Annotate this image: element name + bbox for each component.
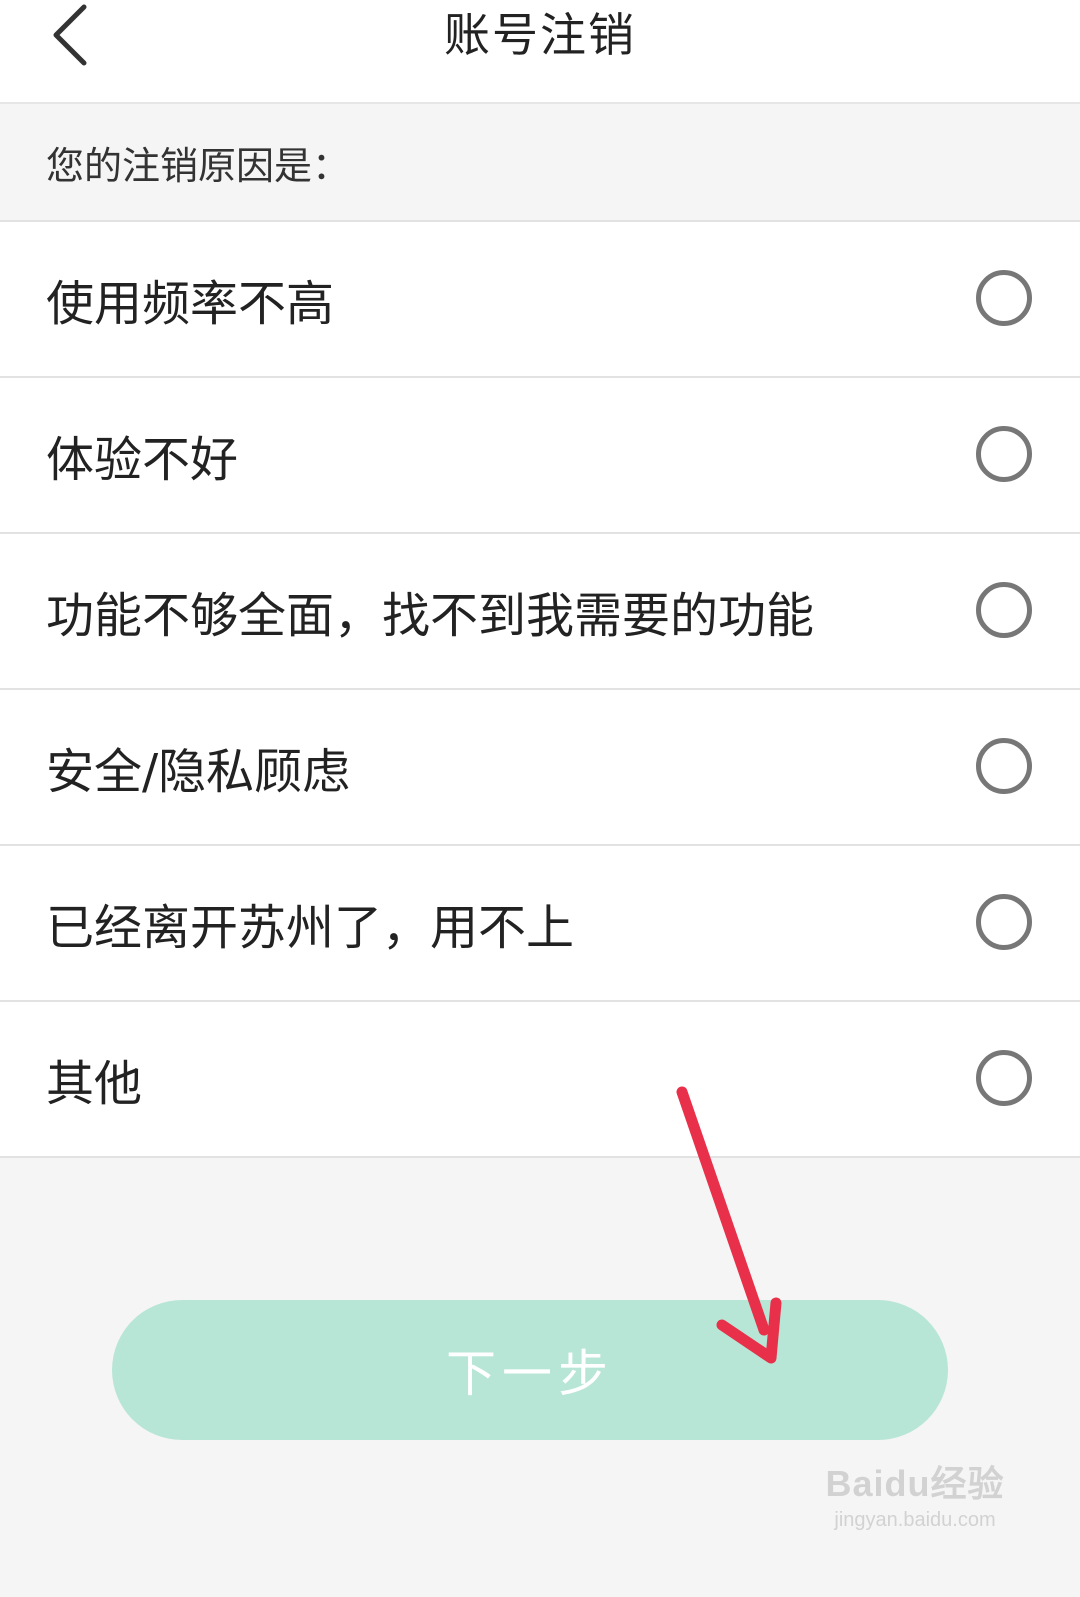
reason-prompt: 您的注销原因是：	[0, 104, 1080, 222]
watermark-logo-text: Baidu经验	[825, 1463, 1005, 1504]
watermark-url: jingyan.baidu.com	[834, 1509, 996, 1531]
radio-button[interactable]	[976, 738, 1032, 794]
radio-button[interactable]	[976, 270, 1032, 326]
reason-option[interactable]: 体验不好	[0, 378, 1080, 534]
radio-button[interactable]	[976, 426, 1032, 482]
top-bar: 账号注销	[0, 0, 1080, 104]
reason-label: 使用频率不高	[46, 276, 335, 332]
reason-option[interactable]: 使用频率不高	[0, 222, 1080, 378]
radio-button[interactable]	[976, 894, 1032, 950]
reason-option[interactable]: 功能不够全面，找不到我需要的功能	[0, 534, 1080, 690]
reason-label: 其他	[46, 1056, 143, 1112]
reason-list: 使用频率不高 体验不好 功能不够全面，找不到我需要的功能 安全/隐私顾虑 已经离…	[0, 222, 1080, 1158]
reason-label: 功能不够全面，找不到我需要的功能	[46, 588, 815, 644]
baidu-jingyan-watermark: Baidu经验 jingyan.baidu.com	[810, 1455, 1020, 1555]
next-step-button[interactable]: 下一步	[112, 1300, 948, 1440]
page-title: 账号注销	[444, 8, 636, 62]
radio-button[interactable]	[976, 1050, 1032, 1106]
reason-label: 安全/隐私顾虑	[46, 744, 351, 800]
radio-button[interactable]	[976, 582, 1032, 638]
reason-option[interactable]: 安全/隐私顾虑	[0, 690, 1080, 846]
reason-label: 体验不好	[46, 432, 239, 488]
reason-option[interactable]: 其他	[0, 1002, 1080, 1158]
reason-label: 已经离开苏州了，用不上	[46, 900, 575, 956]
reason-option[interactable]: 已经离开苏州了，用不上	[0, 846, 1080, 1002]
